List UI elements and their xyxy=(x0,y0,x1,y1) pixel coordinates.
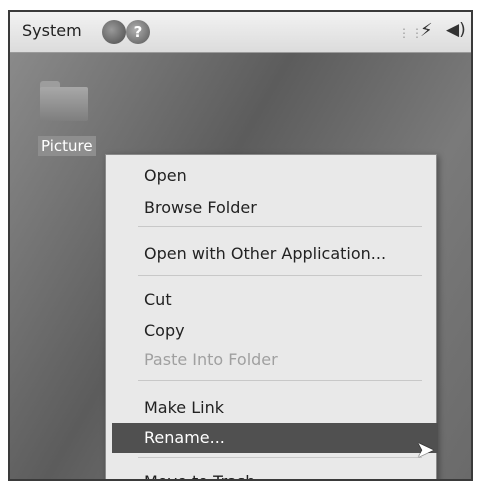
folder-body xyxy=(40,87,88,121)
top-panel: System ? ⋮⋮ ⚡ ◀) xyxy=(10,12,471,53)
folder-icon[interactable] xyxy=(40,81,88,121)
volume-icon[interactable]: ◀) xyxy=(446,20,466,40)
menu-item-rename[interactable]: Rename... xyxy=(112,423,438,453)
menu-item-move-to-trash[interactable]: Move to Trash xyxy=(106,467,436,479)
menu-separator xyxy=(138,226,422,227)
menu-separator xyxy=(138,380,422,381)
menu-item-browse-folder[interactable]: Browse Folder xyxy=(106,193,436,223)
menu-separator xyxy=(138,457,422,458)
firefox-icon[interactable] xyxy=(102,20,126,44)
system-menu[interactable]: System xyxy=(22,21,82,40)
menu-item-open-with[interactable]: Open with Other Application... xyxy=(106,239,436,269)
menu-item-make-link[interactable]: Make Link xyxy=(106,393,436,423)
help-icon[interactable]: ? xyxy=(126,20,150,44)
network-icon[interactable]: ⚡ xyxy=(420,20,433,41)
menu-item-open[interactable]: Open xyxy=(106,161,436,191)
mouse-pointer-icon: ➤ xyxy=(416,438,435,463)
menu-item-cut[interactable]: Cut xyxy=(106,285,436,315)
menu-separator xyxy=(138,275,422,276)
screenshot-frame: System ? ⋮⋮ ⚡ ◀) Picture Open Browse Fol… xyxy=(8,10,473,481)
menu-item-paste-into-folder[interactable]: Paste Into Folder xyxy=(106,345,436,375)
folder-label[interactable]: Picture xyxy=(38,136,96,156)
context-menu: Open Browse Folder Open with Other Appli… xyxy=(105,154,438,479)
menu-item-copy[interactable]: Copy xyxy=(106,316,436,346)
